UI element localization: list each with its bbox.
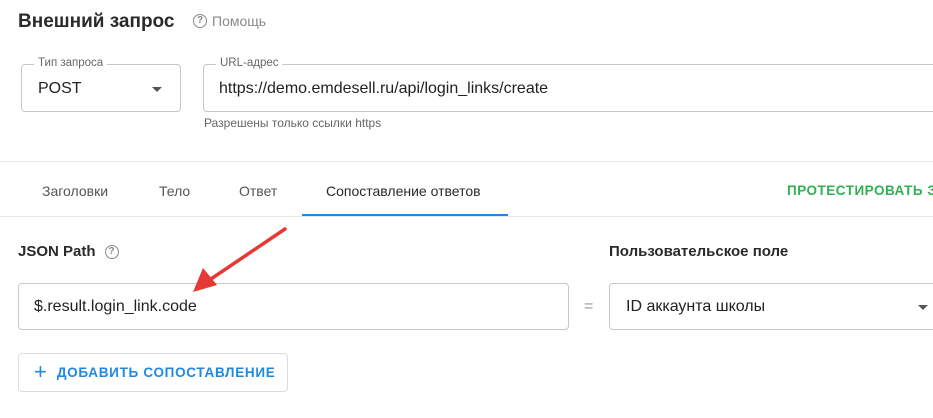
annotation-arrow-icon — [193, 227, 287, 292]
